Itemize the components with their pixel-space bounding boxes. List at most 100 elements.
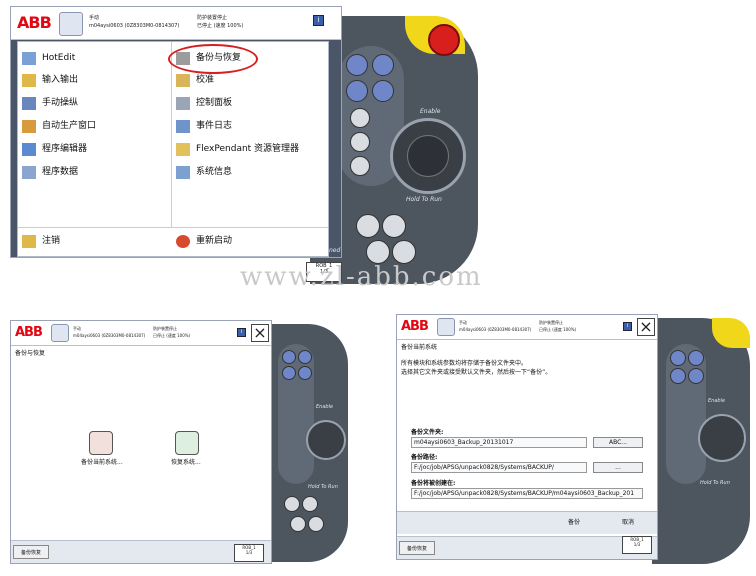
run-key-4[interactable] [308,516,324,532]
enable-label: Enable [708,398,726,404]
path-browse-button[interactable]: ... [593,462,643,473]
key-4[interactable] [298,366,312,380]
program-data-icon [22,166,36,179]
cancel-button[interactable]: 取消 [603,516,653,530]
key-4[interactable] [688,368,704,384]
status-system: m04aysi0603 (0Z8303M0-0814307) [73,333,146,338]
key-3[interactable] [346,80,368,102]
calibration-icon [176,74,190,87]
status-safety: 防护装置停止 [153,326,177,331]
flexpendant-body: Enable Hold To Run [652,318,750,564]
menu-item-system-info[interactable]: 系统信息 [176,166,232,179]
run-key-1[interactable] [284,496,300,512]
system-info-icon [176,166,190,179]
restore-icon[interactable] [175,431,199,455]
user-icon[interactable] [51,324,69,342]
taskbar: 备份恢复 [397,536,657,559]
taskbar-backup-restore[interactable]: 备份恢复 [399,541,435,555]
quickset-sub: 1/3 [633,542,641,547]
user-icon[interactable] [437,318,455,336]
explorer-icon [176,143,190,156]
backup-restore-screen: ABB 手动 m04aysi0603 (0Z8303M0-0814307) 防护… [10,320,272,564]
key-4[interactable] [372,80,394,102]
menu-item-explorer[interactable]: FlexPendant 资源管理器 [176,143,299,156]
restore-system-button[interactable]: 恢复系统... [171,457,201,466]
folder-keyboard-button[interactable]: ABC... [593,437,643,448]
joystick[interactable] [390,118,466,194]
status-safety: 防护装置停止 [197,15,228,21]
backup-path-field[interactable]: F:/joc/job/APSG/unpack0828/Systems/BACKU… [411,462,587,473]
menu-item-control-panel[interactable]: 控制面板 [176,97,232,110]
key-2[interactable] [688,350,704,366]
backup-folder-field[interactable]: m04aysi0603_Backup_20131017 [411,437,587,448]
menu-label: 自动生产窗口 [42,121,97,131]
status-bar: ABB 手动 m04aysi0603 (0Z8303M0-0814307) 防护… [11,7,341,40]
target-label: 备份将被创建在: [411,480,456,487]
key-3[interactable] [282,366,296,380]
abb-logo[interactable]: ABB [17,13,52,32]
flexpendant-body: Enable Hold To Run [268,324,348,562]
info-icon[interactable]: i [237,328,246,337]
taskbar-backup-restore[interactable]: 备份恢复 [13,545,49,559]
run-key-3[interactable] [290,516,306,532]
backup-system-button[interactable]: 备份当前系统... [81,457,123,466]
menu-item-production[interactable]: 自动生产窗口 [22,120,96,133]
info-icon[interactable]: i [313,15,324,26]
menu-item-io[interactable]: 输入输出 [22,74,78,87]
key-2[interactable] [372,54,394,76]
hold-to-run-label: Hold To Run [406,196,442,203]
menu-item-event-log[interactable]: 事件日志 [176,120,232,133]
run-key-1[interactable] [356,214,380,238]
enable-label: Enable [420,108,441,115]
menu-item-calibration[interactable]: 校准 [176,74,214,87]
restart-button[interactable]: 重新启动 [176,235,232,248]
hold-to-run-label: Hold To Run [308,484,338,490]
panel-main-menu: Enable Hold To Run ABB 手动 m04aysi0603 (0… [10,6,480,286]
menu-item-program-data[interactable]: 程序数据 [22,166,78,179]
key-1[interactable] [346,54,368,76]
key-3[interactable] [670,368,686,384]
key-2[interactable] [298,350,312,364]
joystick[interactable] [306,420,346,460]
joystick[interactable] [698,414,746,462]
panel-backup-dialog: Enable Hold To Run ABB 手动 m04aysi0603 (0… [396,308,752,568]
run-key-3[interactable] [366,240,390,264]
key-1[interactable] [670,350,686,366]
close-button[interactable]: × [251,324,269,342]
run-key-2[interactable] [302,496,318,512]
quickset-button[interactable]: ROB_1 1/3 [622,536,652,554]
backup-icon[interactable] [89,431,113,455]
key-select-2[interactable] [350,132,370,152]
info-icon[interactable]: i [623,322,632,331]
restart-label: 重新启动 [196,236,233,246]
menu-label: 校准 [196,75,215,85]
menu-item-program-editor[interactable]: 程序编辑器 [22,143,87,156]
emergency-stop-button[interactable] [428,24,460,56]
quickset-button[interactable]: ROB_1 1/3 [234,544,264,562]
quickset-sub: 1/3 [245,550,253,555]
key-select-3[interactable] [350,156,370,176]
user-icon[interactable] [59,12,83,36]
event-log-icon [176,120,190,133]
status-mode: 手动 [89,15,100,21]
main-menu-screen: ABB 手动 m04aysi0603 (0Z8303M0-0814307) 防护… [10,6,342,258]
menu-item-hotedit[interactable]: HotEdit [22,52,75,65]
menu-label: 控制面板 [196,98,233,108]
abb-logo[interactable]: ABB [401,319,429,334]
close-button[interactable]: × [637,318,655,336]
jogging-icon [22,97,36,110]
key-1[interactable] [282,350,296,364]
run-key-2[interactable] [382,214,406,238]
path-label: 备份路径: [411,454,438,461]
status-system: m04aysi0603 (0Z8303M0-0814307) [89,23,180,29]
menu-item-jogging[interactable]: 手动操纵 [22,97,78,110]
abb-logo[interactable]: ABB [15,325,43,340]
status-speed: 已停止 (速度 100%) [197,23,244,29]
enable-label: Enable [316,404,334,410]
run-key-4[interactable] [392,240,416,264]
backup-button[interactable]: 备份 [549,516,599,530]
joystick-knob[interactable] [407,135,449,177]
key-select-1[interactable] [350,108,370,128]
logout-button[interactable]: 注销 [22,235,60,248]
menu-label: 事件日志 [196,121,233,131]
